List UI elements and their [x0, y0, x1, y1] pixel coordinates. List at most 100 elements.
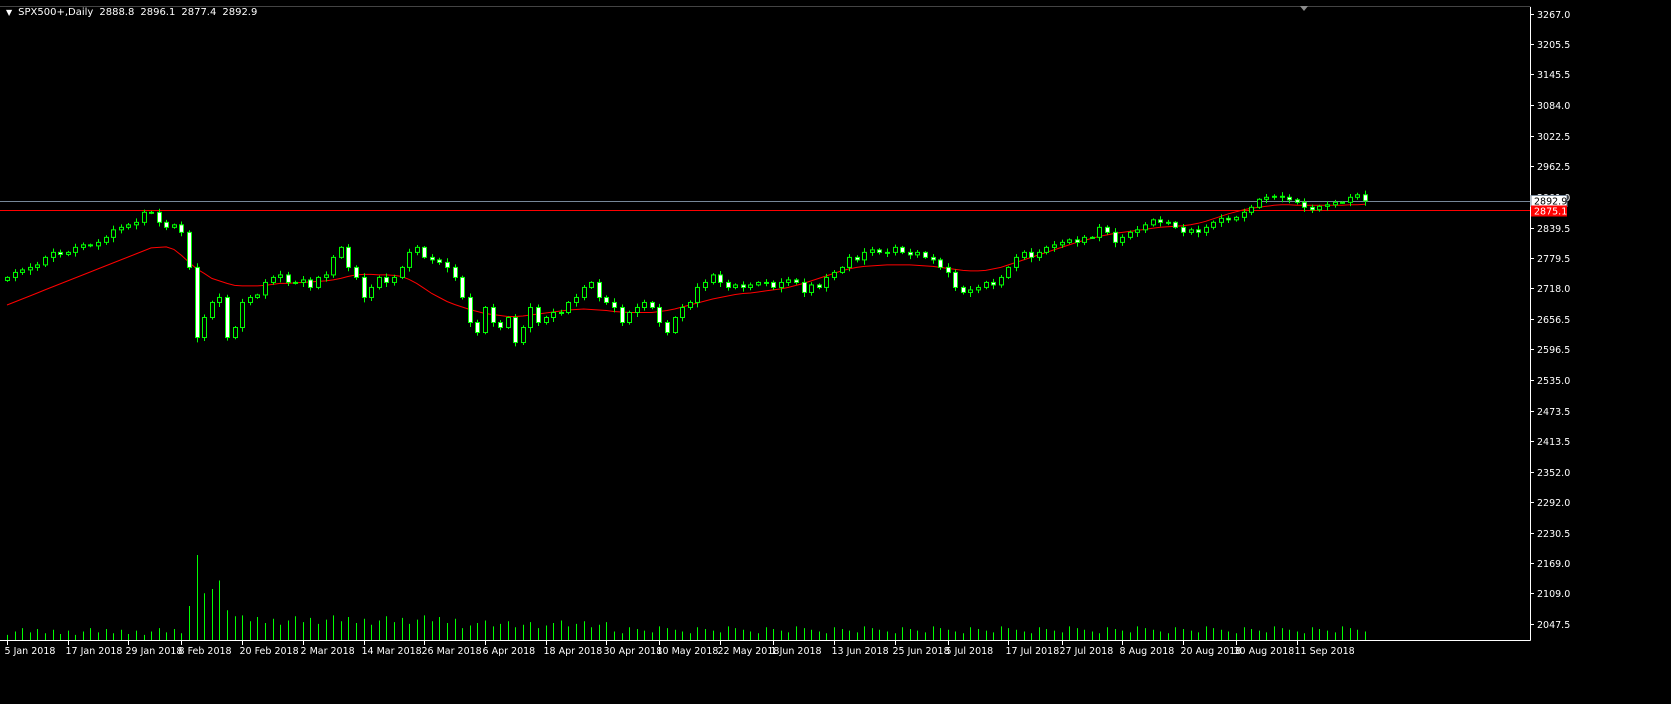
candle-body: [240, 301, 245, 329]
candle-body: [673, 316, 678, 334]
candle-body: [566, 301, 571, 313]
candle[interactable]: [339, 246, 344, 259]
candle[interactable]: [422, 246, 427, 259]
candle[interactable]: [1173, 221, 1178, 229]
time-tick-label: 13 Jun 2018: [832, 646, 889, 657]
candle-body: [202, 316, 207, 339]
candle[interactable]: [316, 275, 321, 290]
candle-body: [468, 296, 473, 323]
close-value: 2892.9: [222, 7, 258, 18]
price-scale: 3267.03205.53145.53084.03022.52962.52901…: [1530, 10, 1570, 631]
time-tick-label: 5 Jan 2018: [5, 646, 56, 657]
candle-body: [597, 281, 602, 298]
time-tick-label: 14 Mar 2018: [362, 646, 422, 657]
candle[interactable]: [240, 298, 245, 332]
candle[interactable]: [210, 300, 215, 320]
candle-body: [847, 256, 852, 268]
candle-body: [1158, 219, 1163, 223]
candle-body: [786, 279, 791, 283]
candle-body: [1135, 229, 1140, 233]
candle-body: [1097, 226, 1102, 238]
candle-body: [544, 316, 549, 323]
candle[interactable]: [1257, 198, 1262, 209]
candle[interactable]: [400, 265, 405, 280]
candle[interactable]: [513, 314, 518, 347]
price-chart[interactable]: 3267.03205.53145.53084.03022.52962.52901…: [0, 0, 1671, 704]
candle[interactable]: [711, 273, 716, 285]
candle[interactable]: [43, 255, 48, 268]
candle[interactable]: [346, 244, 351, 272]
candle-body: [331, 256, 336, 276]
candle-body: [263, 281, 268, 296]
candle-body: [1355, 194, 1360, 198]
candle[interactable]: [483, 305, 488, 335]
low-value: 2877.4: [181, 7, 217, 18]
candle-body: [764, 281, 769, 284]
collapse-triangle-icon[interactable]: ▼: [6, 8, 12, 17]
candle-body: [1022, 251, 1027, 258]
candle-body: [422, 246, 427, 258]
candle[interactable]: [506, 316, 511, 329]
candle-body: [817, 284, 822, 288]
time-tick-label: 8 Aug 2018: [1120, 646, 1175, 657]
candle-body: [1280, 195, 1285, 198]
candle[interactable]: [377, 275, 382, 290]
candle-body: [726, 281, 731, 288]
price-tick-label: 2473.5: [1537, 407, 1570, 418]
candle[interactable]: [354, 265, 359, 280]
candle[interactable]: [460, 275, 465, 300]
candle-body: [491, 306, 496, 323]
candle[interactable]: [1006, 266, 1011, 279]
candle-body: [400, 266, 405, 278]
candle[interactable]: [536, 304, 541, 327]
candle-body: [1060, 241, 1065, 246]
candle-body: [217, 296, 222, 303]
candle-body: [119, 226, 124, 231]
candle-body: [308, 279, 313, 288]
candle-body: [354, 266, 359, 278]
candle-body: [286, 274, 291, 283]
candle-body: [157, 211, 162, 223]
candle[interactable]: [589, 281, 594, 289]
candle[interactable]: [673, 316, 678, 334]
candle[interactable]: [331, 254, 336, 278]
candle[interactable]: [195, 263, 200, 343]
candle-body: [415, 246, 420, 253]
candle[interactable]: [187, 230, 192, 270]
candle-body: [1287, 196, 1292, 201]
candle-body: [324, 274, 329, 278]
candle-body: [771, 281, 776, 288]
time-tick-label: 27 Jul 2018: [1060, 646, 1114, 657]
price-tick-label: 3267.0: [1537, 10, 1570, 21]
candle[interactable]: [840, 266, 845, 274]
candle[interactable]: [620, 304, 625, 327]
candle[interactable]: [202, 314, 207, 342]
time-tick-label: 18 Apr 2018: [544, 646, 603, 657]
candle-body: [885, 251, 890, 254]
candle-body: [961, 286, 966, 293]
time-tick-label: 6 Apr 2018: [483, 646, 536, 657]
candle[interactable]: [923, 251, 928, 259]
chart-window[interactable]: 3267.03205.53145.53084.03022.52962.52901…: [0, 0, 1671, 704]
candle-body: [1196, 229, 1201, 233]
time-tick-label: 25 Jun 2018: [893, 646, 950, 657]
candle[interactable]: [521, 325, 526, 345]
candle-body: [172, 224, 177, 228]
candle-body: [134, 221, 139, 226]
candle-body: [984, 281, 989, 288]
time-tick-label: 5 Jul 2018: [946, 646, 994, 657]
candle[interactable]: [233, 326, 238, 340]
candle-body: [1211, 221, 1216, 228]
candle-body: [513, 316, 518, 344]
candle[interactable]: [953, 269, 958, 291]
candle-body: [66, 251, 71, 255]
candle[interactable]: [468, 293, 473, 328]
candle-body: [1226, 217, 1231, 221]
candle[interactable]: [566, 300, 571, 315]
price-tick-label: 2596.5: [1537, 345, 1570, 356]
candle-body: [946, 266, 951, 273]
candle[interactable]: [627, 310, 632, 325]
price-tick-label: 2962.5: [1537, 162, 1570, 173]
candle-body: [695, 286, 700, 303]
candle[interactable]: [225, 294, 230, 341]
